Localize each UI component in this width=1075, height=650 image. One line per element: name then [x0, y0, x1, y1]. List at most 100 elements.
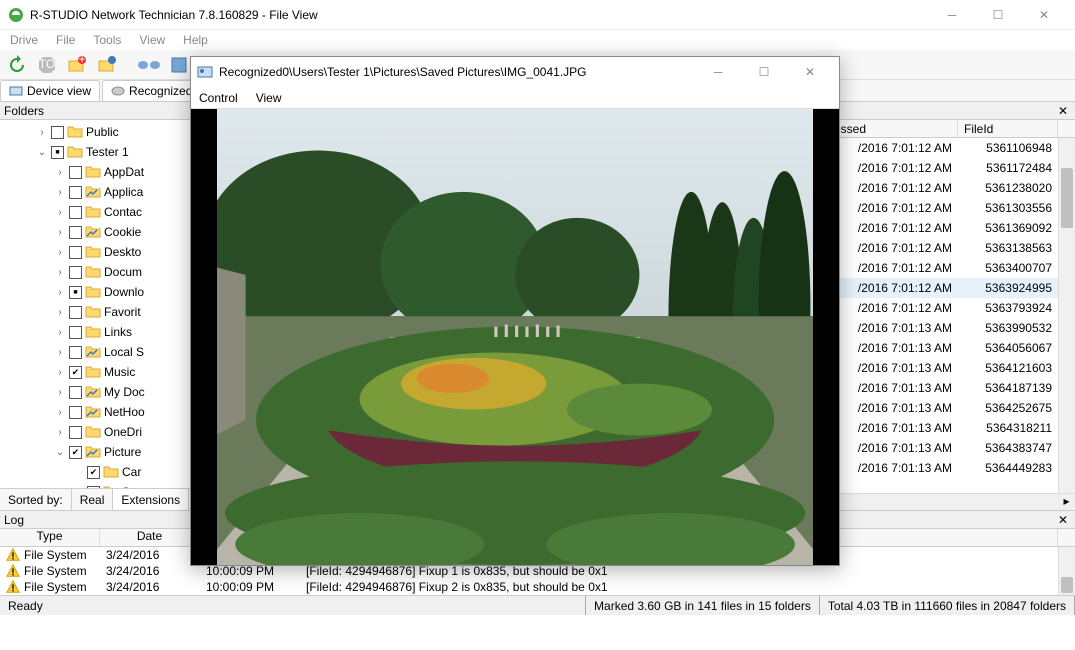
checkbox[interactable]: [69, 306, 82, 319]
maximize-button[interactable]: ☐: [975, 0, 1021, 30]
checkbox[interactable]: [69, 266, 82, 279]
checkbox[interactable]: [51, 146, 64, 159]
tree-item[interactable]: › OneDri: [0, 422, 199, 442]
tree-label: OneDri: [104, 425, 142, 439]
tab-device-view[interactable]: Device view: [0, 80, 100, 101]
checkbox[interactable]: [51, 126, 64, 139]
tree-item[interactable]: ›Favorit: [0, 302, 199, 322]
log-col-type[interactable]: Type: [0, 529, 100, 546]
sort-extensions[interactable]: Extensions: [113, 489, 189, 510]
tree-item[interactable]: ›Cookie: [0, 222, 199, 242]
tree-item[interactable]: › NetHoo: [0, 402, 199, 422]
checkbox[interactable]: [69, 246, 82, 259]
tree-item[interactable]: ›Music: [0, 362, 199, 382]
tree-item[interactable]: ›Docum: [0, 262, 199, 282]
tree-item[interactable]: ⌄Picture: [0, 442, 199, 462]
sort-real[interactable]: Real: [72, 489, 114, 510]
menu-tools[interactable]: Tools: [93, 33, 121, 47]
checkbox[interactable]: [69, 366, 82, 379]
tree-item[interactable]: ›Downlo: [0, 282, 199, 302]
refresh-button[interactable]: [4, 52, 30, 78]
checkbox[interactable]: [69, 426, 82, 439]
expand-icon[interactable]: ›: [54, 267, 66, 278]
tree-label: NetHoo: [104, 405, 145, 419]
checkbox[interactable]: [69, 206, 82, 219]
log-close-icon[interactable]: ✕: [1055, 513, 1071, 527]
expand-icon[interactable]: ›: [36, 127, 48, 138]
preview-maximize-button[interactable]: ☐: [741, 57, 787, 87]
log-date: 3/24/2016: [100, 548, 200, 562]
open-image-button[interactable]: [94, 52, 120, 78]
expand-icon[interactable]: ›: [54, 247, 66, 258]
tree-item[interactable]: ›AppDat: [0, 162, 199, 182]
expand-icon[interactable]: ›: [54, 187, 66, 198]
file-scrollbar[interactable]: [1058, 138, 1075, 493]
stop-button[interactable]: STOP: [34, 52, 60, 78]
preview-titlebar[interactable]: Recognized0\Users\Tester 1\Pictures\Save…: [191, 57, 839, 87]
preview-minimize-button[interactable]: ─: [695, 57, 741, 87]
expand-icon[interactable]: ›: [54, 167, 66, 178]
file-id: 5364121603: [958, 361, 1058, 375]
expand-icon[interactable]: ⌄: [54, 447, 66, 458]
preview-menu-control[interactable]: Control: [199, 91, 238, 105]
checkbox[interactable]: [69, 346, 82, 359]
raid-button[interactable]: [166, 52, 192, 78]
connect-button[interactable]: [136, 52, 162, 78]
expand-icon[interactable]: ›: [54, 347, 66, 358]
close-button[interactable]: ✕: [1021, 0, 1067, 30]
expand-icon[interactable]: ›: [54, 407, 66, 418]
checkbox[interactable]: [69, 286, 82, 299]
checkbox[interactable]: [69, 226, 82, 239]
file-id: 5361106948: [958, 141, 1058, 155]
menu-drive[interactable]: Drive: [10, 33, 38, 47]
tree-item[interactable]: Car: [0, 462, 199, 482]
menu-help[interactable]: Help: [183, 33, 208, 47]
open-drive-button[interactable]: +: [64, 52, 90, 78]
preview-close-button[interactable]: ✕: [787, 57, 833, 87]
tree-item[interactable]: ›Applica: [0, 182, 199, 202]
expand-icon[interactable]: ›: [54, 287, 66, 298]
expand-icon[interactable]: ›: [54, 387, 66, 398]
expand-icon[interactable]: ›: [54, 207, 66, 218]
file-id: 5364449283: [958, 461, 1058, 475]
checkbox[interactable]: [69, 166, 82, 179]
file-id: 5363138563: [958, 241, 1058, 255]
tree-item[interactable]: ›Links: [0, 322, 199, 342]
file-id: 5363990532: [958, 321, 1058, 335]
checkbox[interactable]: [69, 186, 82, 199]
tree-item[interactable]: ⌄Tester 1: [0, 142, 199, 162]
checkbox[interactable]: [69, 406, 82, 419]
tree-item[interactable]: ›Public: [0, 122, 199, 142]
checkbox[interactable]: [69, 386, 82, 399]
checkbox[interactable]: [87, 466, 100, 479]
preview-image: [217, 109, 813, 565]
log-scrollbar[interactable]: [1058, 547, 1075, 595]
preview-window: Recognized0\Users\Tester 1\Pictures\Save…: [190, 56, 840, 566]
expand-icon[interactable]: ›: [54, 307, 66, 318]
file-id: 5363924995: [958, 281, 1058, 295]
tab-recognized[interactable]: Recognized: [102, 80, 201, 101]
tree-item[interactable]: ›My Doc: [0, 382, 199, 402]
tree-item[interactable]: ›Contac: [0, 202, 199, 222]
panel-close-icon[interactable]: ✕: [1055, 104, 1071, 118]
folder-tree[interactable]: ›Public⌄Tester 1›AppDat›Applica›Contac›C…: [0, 120, 199, 488]
tree-item[interactable]: ›Deskto: [0, 242, 199, 262]
file-id: 5361303556: [958, 201, 1058, 215]
log-col-date[interactable]: Date: [100, 529, 200, 546]
log-date: 3/24/2016: [100, 580, 200, 594]
preview-menu-view[interactable]: View: [256, 91, 282, 105]
log-row[interactable]: File System3/24/201610:00:09 PM[FileId: …: [0, 579, 1058, 595]
minimize-button[interactable]: ─: [929, 0, 975, 30]
tree-item[interactable]: ›Local S: [0, 342, 199, 362]
menu-view[interactable]: View: [139, 33, 165, 47]
expand-icon[interactable]: ›: [54, 427, 66, 438]
expand-icon[interactable]: ⌄: [36, 147, 48, 158]
tree-label: Car: [122, 465, 141, 479]
col-fileid[interactable]: FileId: [958, 120, 1058, 137]
expand-icon[interactable]: ›: [54, 367, 66, 378]
expand-icon[interactable]: ›: [54, 327, 66, 338]
menu-file[interactable]: File: [56, 33, 75, 47]
expand-icon[interactable]: ›: [54, 227, 66, 238]
checkbox[interactable]: [69, 446, 82, 459]
checkbox[interactable]: [69, 326, 82, 339]
